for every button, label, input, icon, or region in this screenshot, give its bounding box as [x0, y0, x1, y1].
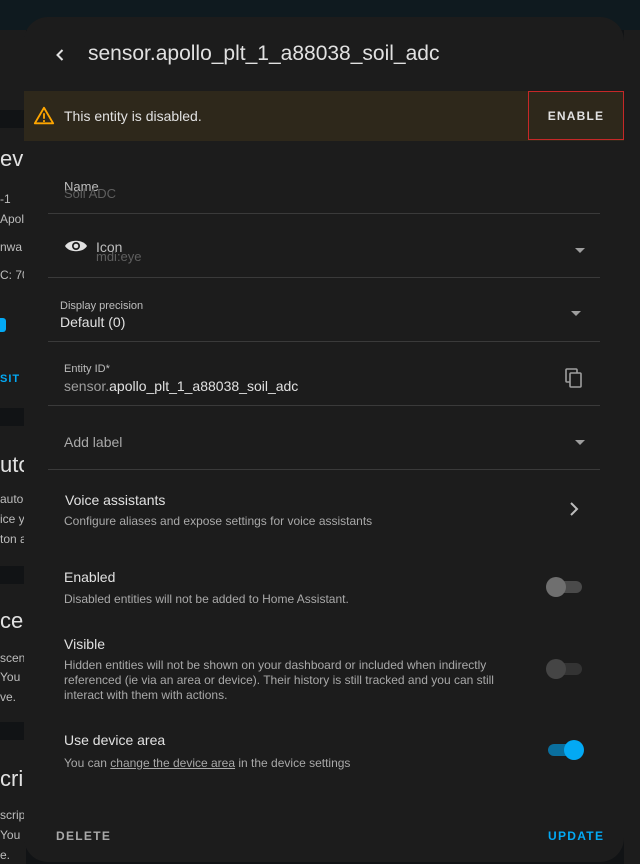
- visible-title: Visible: [64, 636, 105, 652]
- bg-card-link[interactable]: SIT: [0, 373, 24, 385]
- enabled-title: Enabled: [64, 569, 116, 585]
- voice-assistants-row[interactable]: Voice assistants Configure aliases and e…: [48, 483, 600, 537]
- bg-card-text: C: 70: [0, 268, 24, 282]
- alert-triangle-icon: [33, 106, 55, 125]
- visible-setting: Visible Hidden entities will not be show…: [24, 634, 624, 704]
- warning-text: This entity is disabled.: [64, 108, 202, 124]
- entity-id-value: sensor.apollo_plt_1_a88038_soil_adc: [64, 378, 298, 394]
- name-field-placeholder: Soil ADC: [64, 186, 117, 201]
- bg-device-icon: [0, 318, 6, 332]
- bg-card-text: You: [0, 828, 21, 842]
- chevron-down-icon: [575, 248, 585, 253]
- delete-button[interactable]: DELETE: [56, 829, 111, 843]
- chevron-right-icon: [570, 502, 579, 516]
- visible-description: Hidden entities will not be shown on you…: [64, 658, 494, 702]
- update-button[interactable]: UPDATE: [548, 829, 604, 843]
- enabled-description: Disabled entities will not be added to H…: [64, 592, 349, 606]
- background-page-right: [624, 30, 640, 864]
- bg-card-text: ton a: [0, 532, 24, 546]
- entity-id-field[interactable]: Entity ID* sensor.apollo_plt_1_a88038_so…: [48, 341, 600, 406]
- bg-card-title: evic: [0, 146, 24, 171]
- bg-card-text: nwa: [0, 240, 23, 254]
- back-button[interactable]: [42, 37, 78, 73]
- icon-field[interactable]: Icon mdi:eye: [48, 214, 600, 278]
- enabled-toggle[interactable]: [546, 576, 584, 597]
- display-precision-select[interactable]: Display precision Default (0): [48, 277, 600, 342]
- bg-card-text: You: [0, 670, 21, 684]
- eye-icon: [65, 240, 87, 252]
- bg-card-title: uto: [0, 452, 24, 477]
- bg-card-title: crip: [0, 766, 24, 791]
- display-precision-value: Default (0): [60, 314, 126, 330]
- chevron-down-icon: [571, 311, 581, 316]
- enable-button[interactable]: ENABLE: [528, 91, 624, 140]
- device-area-title: Use device area: [64, 732, 166, 748]
- card-gap: [0, 110, 26, 128]
- bg-card-text: auto: [0, 492, 24, 506]
- device-area-toggle[interactable]: [546, 739, 584, 760]
- copy-icon[interactable]: [565, 368, 583, 388]
- bg-card-text: scen: [0, 651, 24, 665]
- bg-card-text: e.: [0, 848, 11, 862]
- bg-card-text: scrip: [0, 808, 24, 822]
- bg-card-title: cen: [0, 608, 24, 633]
- entity-settings-dialog: sensor.apollo_plt_1_a88038_soil_adc This…: [24, 17, 624, 862]
- bg-card-text: ice y: [0, 512, 24, 526]
- bg-card-text: Apol: [0, 212, 24, 226]
- dialog-title: sensor.apollo_plt_1_a88038_soil_adc: [88, 42, 440, 65]
- visible-toggle[interactable]: [546, 658, 584, 679]
- voice-assistants-description: Configure aliases and expose settings fo…: [64, 514, 373, 528]
- device-area-setting: Use device area You can change the devic…: [24, 730, 624, 778]
- change-device-area-link[interactable]: change the device area: [110, 756, 235, 770]
- entity-id-text: apollo_plt_1_a88038_soil_adc: [109, 378, 299, 394]
- dialog-header: sensor.apollo_plt_1_a88038_soil_adc: [24, 17, 624, 91]
- chevron-left-icon: [56, 49, 64, 61]
- card-gap: [0, 408, 26, 426]
- icon-field-placeholder: mdi:eye: [96, 249, 142, 264]
- card-gap: [0, 566, 26, 584]
- entity-id-prefix: sensor.: [64, 378, 110, 394]
- voice-assistants-title: Voice assistants: [65, 492, 166, 508]
- disabled-warning-banner: This entity is disabled. ENABLE: [24, 91, 624, 141]
- device-area-description: You can change the device area in the de…: [64, 756, 351, 770]
- chevron-down-icon: [575, 440, 585, 445]
- entity-id-label: Entity ID*: [64, 363, 110, 375]
- bg-card-text: -1: [0, 192, 11, 206]
- card-gap: [0, 722, 26, 740]
- display-precision-label: Display precision: [60, 300, 144, 312]
- bg-card-text: ve.: [0, 690, 17, 704]
- name-field[interactable]: Name Soil ADC: [48, 167, 600, 214]
- add-label-select[interactable]: Add label: [48, 405, 600, 470]
- add-label-text: Add label: [64, 434, 123, 450]
- enabled-setting: Enabled Disabled entities will not be ad…: [24, 567, 624, 615]
